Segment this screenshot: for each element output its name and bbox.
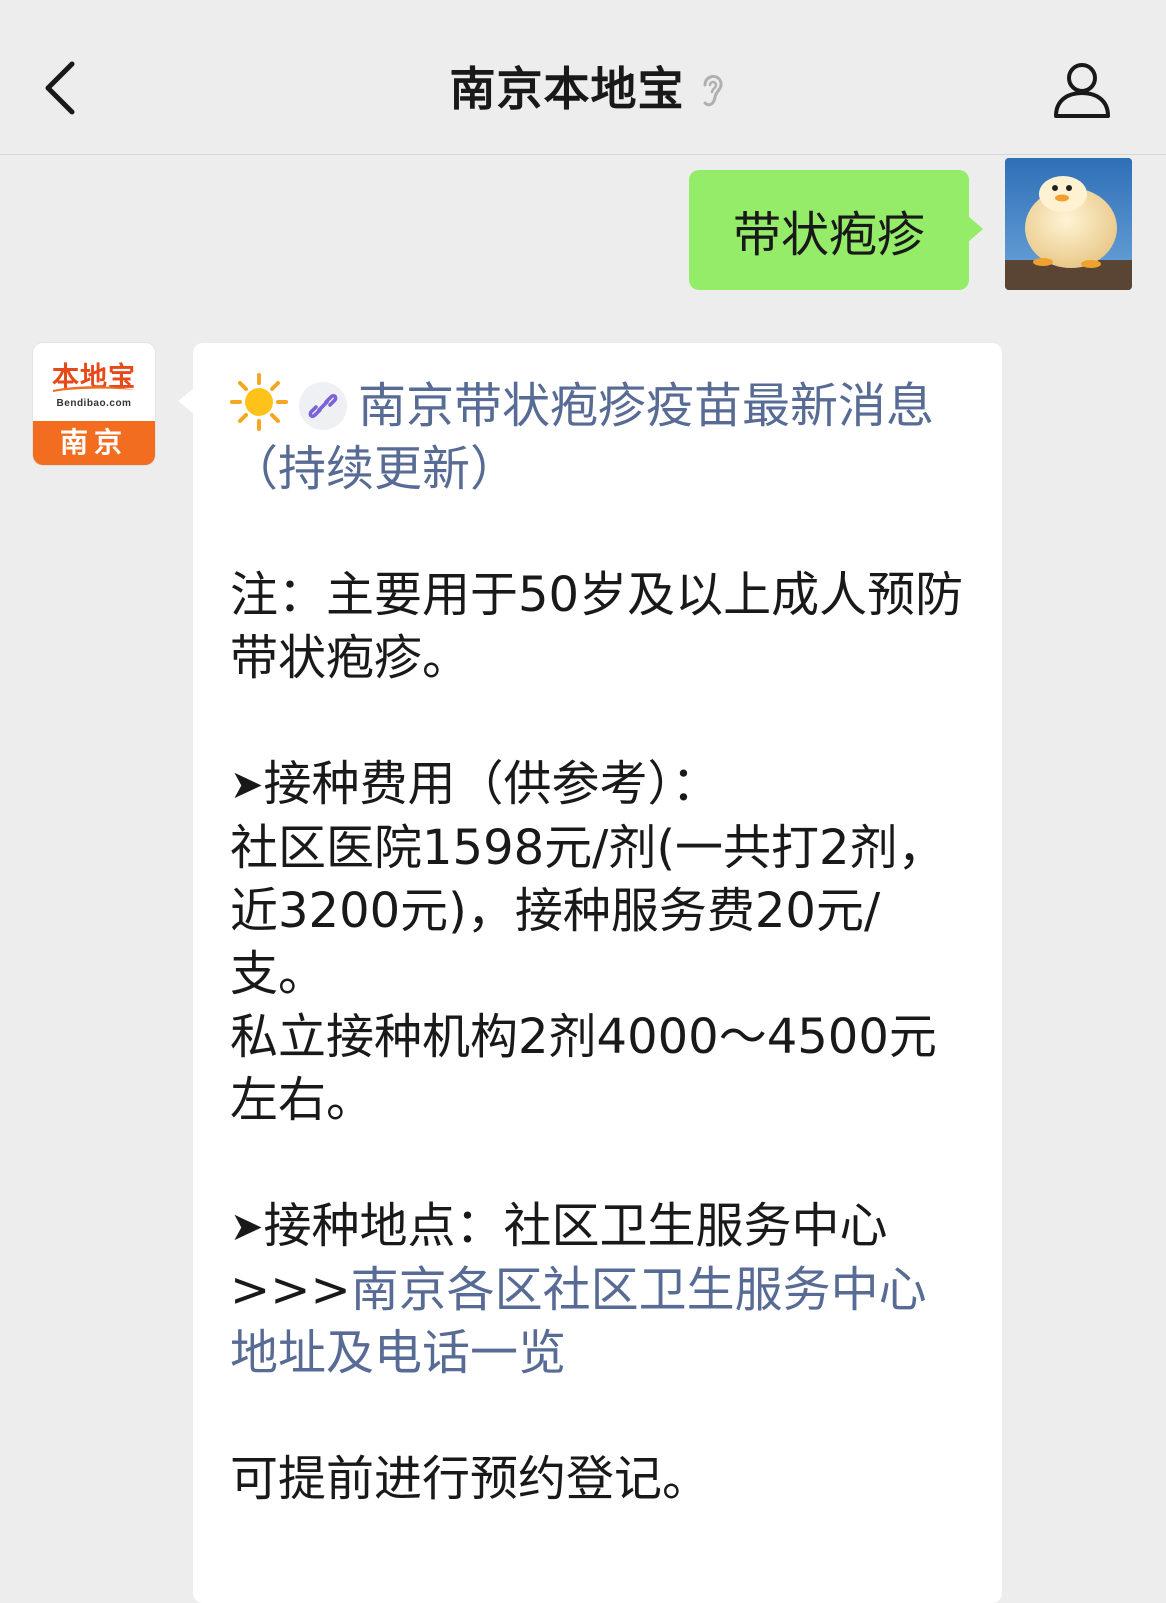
- fee-private-text: 私立接种机构2剂4000～4500元左右。: [230, 1009, 937, 1128]
- location-prefix: >>>: [230, 1262, 351, 1318]
- location-link-line[interactable]: >>>南京各区社区卫生服务中心地址及电话一览: [230, 1259, 972, 1385]
- official-account-avatar[interactable]: 本地宝 Bendibao.com 南京: [33, 343, 155, 465]
- logo-top: 本地宝 Bendibao.com: [33, 343, 155, 421]
- arrow-bullet-icon: ➤: [230, 762, 264, 808]
- link-icon: [299, 382, 347, 430]
- fee-community-text: 社区医院1598元/剂(一共打2剂，近3200元)，接种服务费20元/支。: [230, 820, 946, 1002]
- logo-swoosh-icon: [53, 386, 135, 392]
- reply-message-bubble: 南京带状疱疹疫苗最新消息（持续更新） 注：主要用于50岁及以上成人预防带状疱疹。…: [178, 343, 1002, 1603]
- fee-heading-text: 接种费用（供参考）：: [263, 756, 720, 812]
- location-heading: ➤接种地点：社区卫生服务中心: [230, 1195, 972, 1259]
- user-message-text: 带状疱疹: [732, 207, 925, 263]
- user-avatar-image: [1005, 158, 1132, 290]
- ear-icon: [703, 75, 723, 107]
- note-text: 注：主要用于50岁及以上成人预防带状疱疹。: [230, 567, 964, 686]
- location-heading-text: 接种地点：社区卫生服务中心: [263, 1198, 888, 1254]
- profile-icon[interactable]: [1050, 58, 1114, 122]
- sun-icon: [230, 373, 288, 431]
- arrow-bullet-icon: ➤: [230, 1204, 264, 1250]
- article-link-line[interactable]: 南京带状疱疹疫苗最新消息（持续更新）: [230, 373, 972, 501]
- logo-url: Bendibao.com: [56, 398, 132, 409]
- top-navbar: 南京本地宝: [0, 0, 1166, 155]
- booking-text: 可提前进行预约登记。: [230, 1451, 711, 1507]
- chat-title-text: 南京本地宝: [449, 62, 685, 116]
- chat-title: 南京本地宝: [0, 58, 1166, 120]
- fee-heading: ➤接种费用（供参考）：: [230, 753, 972, 817]
- user-avatar[interactable]: [1005, 158, 1132, 290]
- user-message-bubble[interactable]: 带状疱疹: [689, 170, 983, 290]
- logo-city: 南京: [33, 421, 155, 465]
